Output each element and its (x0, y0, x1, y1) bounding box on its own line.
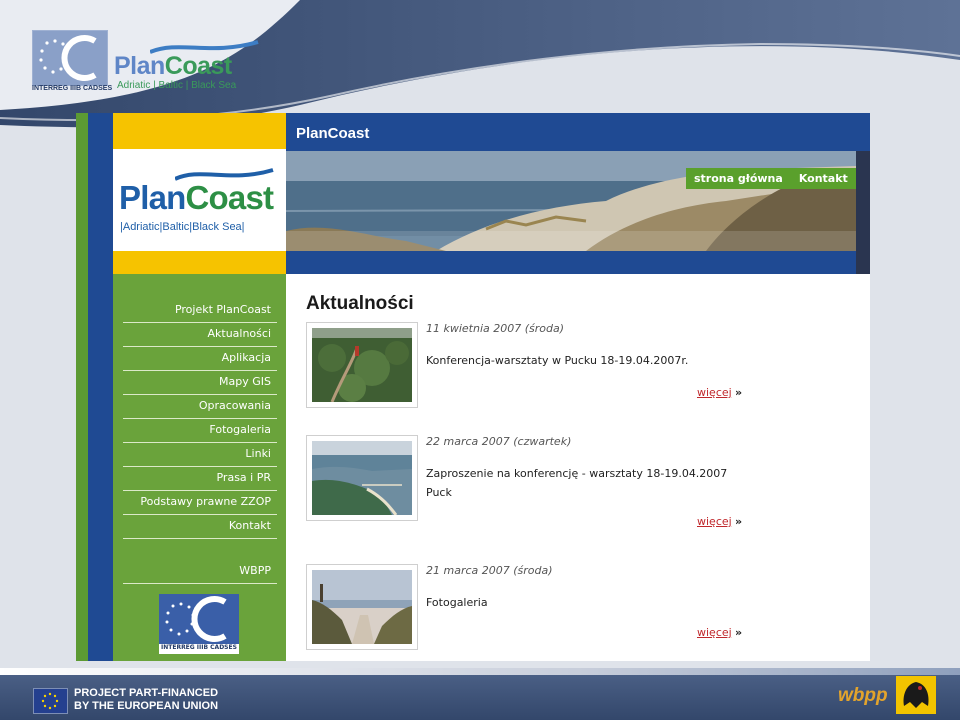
photo-edge (856, 151, 870, 274)
more-arrow-icon: » (735, 626, 743, 639)
eu-stars-icon (39, 35, 97, 81)
news-text: Fotogaleria (426, 596, 488, 609)
green-stripe (76, 113, 88, 661)
content-title: Aktualności (306, 293, 414, 314)
sidebar-interreg-logo[interactable]: INTERREG IIIB CADSES (159, 594, 239, 654)
news-text: Zaproszenie na konferencję - warsztaty 1… (426, 467, 728, 499)
eu-interreg-logo (32, 30, 108, 86)
nav-item-mapy-gis[interactable]: Mapy GIS (123, 372, 277, 395)
header-under-bar (286, 251, 856, 274)
more-arrow-icon: » (735, 515, 743, 528)
pomerania-crest-icon (896, 676, 936, 714)
more-link[interactable]: więcej (697, 386, 732, 399)
news-thumbnail[interactable] (306, 435, 418, 521)
site-logo[interactable]: PlanCoast |Adriatic|Baltic|Black Sea| (113, 149, 286, 251)
footer-funding-text: PROJECT PART-FINANCED BY THE EUROPEAN UN… (74, 687, 219, 712)
news-item: 11 kwietnia 2007 (środa) Konferencja-war… (306, 322, 756, 422)
yellow-block-bottom (113, 251, 286, 274)
news-item: 22 marca 2007 (czwartek) Zaproszenie na … (306, 435, 756, 545)
news-thumbnail[interactable] (306, 322, 418, 408)
beach-photo (312, 570, 412, 644)
contact-link[interactable]: Kontakt (791, 172, 856, 185)
plancoast-slide-logo: PlanCoast (114, 52, 232, 80)
nav-item-aplikacja[interactable]: Aplikacja (123, 348, 277, 371)
news-text: Konferencja-warsztaty w Pucku 18-19.04.2… (426, 354, 689, 367)
sidebar-nav: Projekt PlanCoast Aktualności Aplikacja … (123, 300, 277, 585)
nav-item-linki[interactable]: Linki (123, 444, 277, 467)
eu-logo-caption: INTERREG IIIB CADSES (32, 85, 113, 92)
top-links: strona główna Kontakt (686, 168, 856, 189)
news-item: 21 marca 2007 (środa) Fotogaleria więcej… (306, 564, 756, 659)
page-header-title: PlanCoast (296, 125, 370, 142)
eu-flag-icon (33, 688, 68, 714)
header-bar (286, 113, 870, 151)
news-date: 21 marca 2007 (środa) (426, 564, 553, 577)
nav-item-fotogaleria[interactable]: Fotogaleria (123, 420, 277, 443)
coastline-photo (312, 441, 412, 515)
wbpp-logo: wbpp (838, 685, 888, 706)
nav-item-wbpp[interactable]: WBPP (123, 561, 277, 584)
nav-item-aktualnosci[interactable]: Aktualności (123, 324, 277, 347)
more-link[interactable]: więcej (697, 515, 732, 528)
forest-photo (312, 328, 412, 402)
nav-item-opracowania[interactable]: Opracowania (123, 396, 277, 419)
nav-item-podstawy-prawne[interactable]: Podstawy prawne ZZOP (123, 492, 277, 515)
nav-item-projekt[interactable]: Projekt PlanCoast (123, 300, 277, 323)
wave-icon (150, 40, 259, 54)
more-arrow-icon: » (735, 386, 743, 399)
blue-stripe (88, 113, 113, 661)
nav-item-kontakt[interactable]: Kontakt (123, 516, 277, 539)
plancoast-slide-subtitle: Adriatic | Baltic | Black Sea (117, 80, 237, 91)
news-thumbnail[interactable] (306, 564, 418, 650)
more-link[interactable]: więcej (697, 626, 732, 639)
news-date: 11 kwietnia 2007 (środa) (426, 322, 565, 335)
header-photo-dunes (286, 151, 856, 251)
website-screenshot: PlanCoast |Adriatic|Baltic|Black Sea| Pl… (76, 113, 870, 661)
yellow-block-top (113, 113, 286, 149)
nav-item-prasa[interactable]: Prasa i PR (123, 468, 277, 491)
home-link[interactable]: strona główna (686, 172, 791, 185)
news-date: 22 marca 2007 (czwartek) (426, 435, 572, 448)
